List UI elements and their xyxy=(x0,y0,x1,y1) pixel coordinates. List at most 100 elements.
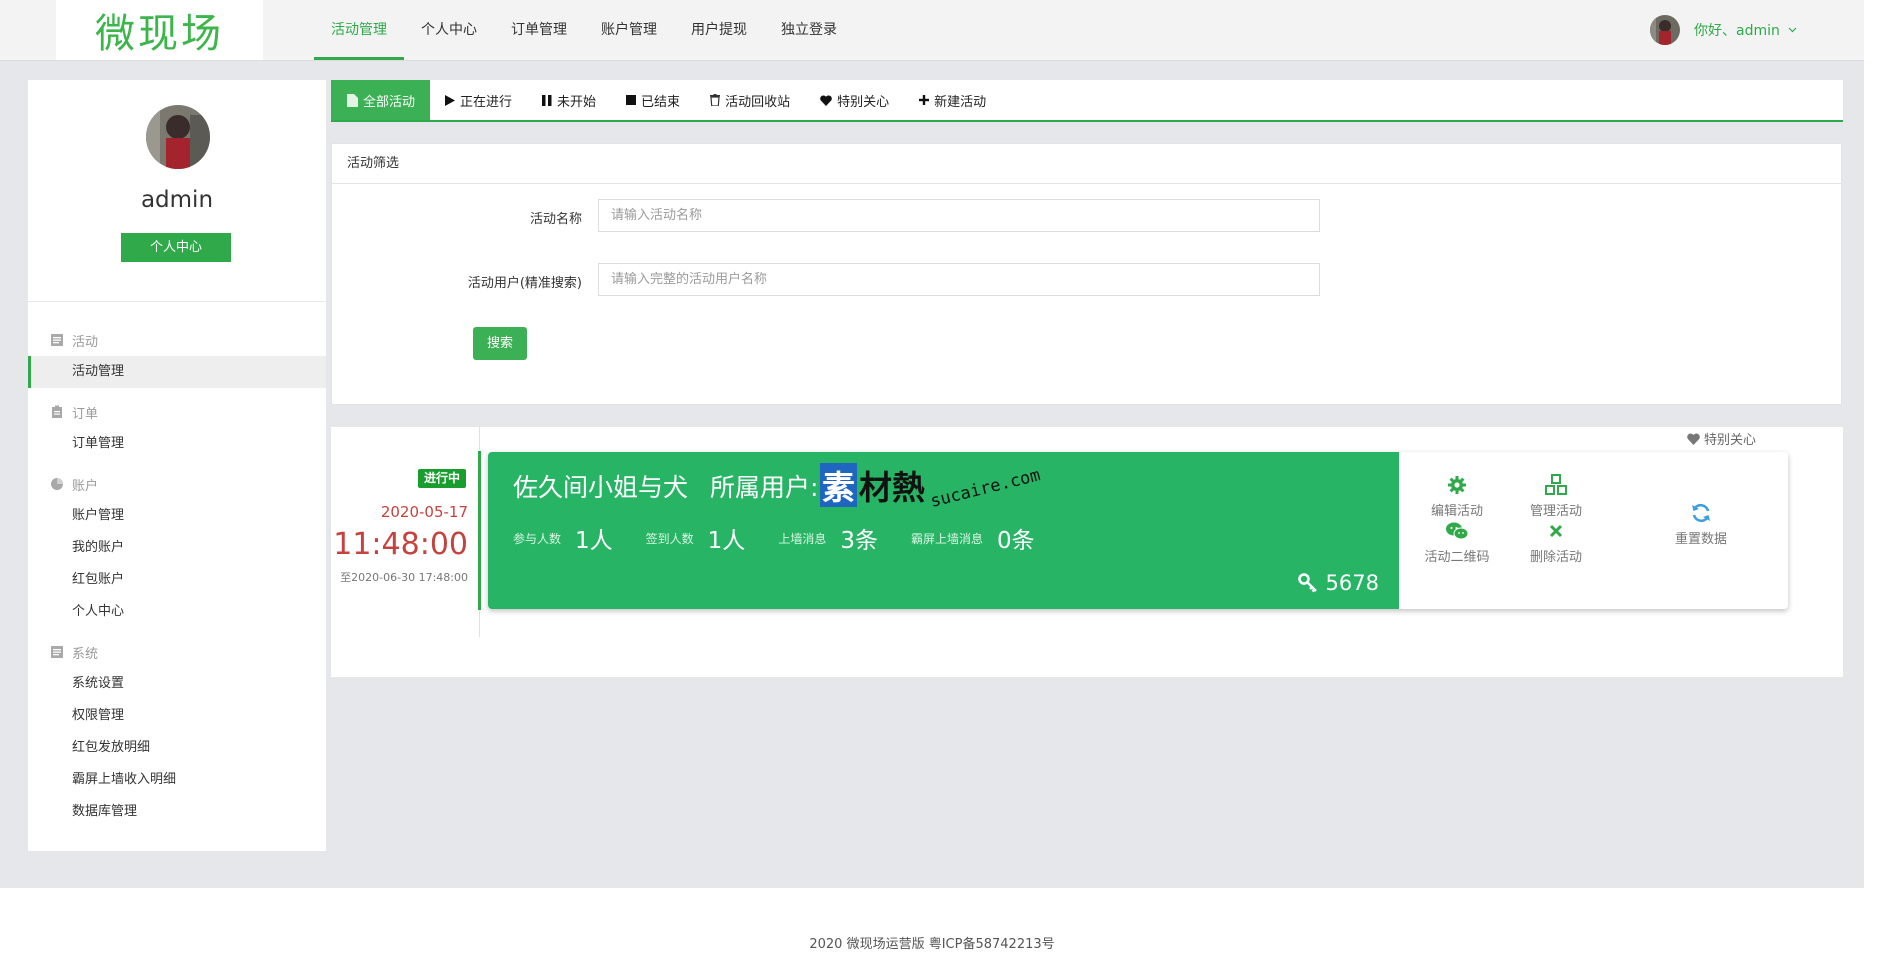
sidebar-item-order-management[interactable]: 订单管理 xyxy=(28,428,326,460)
activity-filter-panel: 活动筛选 活动名称 活动用户(精准搜索) 搜索 xyxy=(331,143,1842,405)
special-attention-toggle[interactable]: 特别关心 xyxy=(1687,429,1756,448)
activity-start-time: 11:48:00 xyxy=(333,527,468,562)
heart-icon xyxy=(1687,433,1700,445)
stat-value: 0条 xyxy=(996,528,1035,554)
activity-list: 特别关心 进行中 2020-05-17 11:48:00 至2020-06-30… xyxy=(331,427,1843,677)
nav-user-withdraw[interactable]: 用户提现 xyxy=(674,0,764,60)
activity-user-input[interactable] xyxy=(598,263,1320,296)
stat-value: 3条 xyxy=(840,528,878,554)
special-attention-label: 特别关心 xyxy=(1704,433,1757,448)
sidebar-item-my-account[interactable]: 我的账户 xyxy=(28,532,326,564)
window-edge xyxy=(1864,0,1882,976)
timeline-marker xyxy=(478,451,481,610)
nav-standalone-login[interactable]: 独立登录 xyxy=(764,0,854,60)
activity-name-input[interactable] xyxy=(598,199,1320,232)
nav-activity-management[interactable]: 活动管理 xyxy=(314,0,404,60)
stat-label: 参与人数 xyxy=(513,531,562,546)
heart-icon xyxy=(820,94,832,106)
sidebar-section-title: 订单 xyxy=(72,406,99,422)
sidebar: admin 个人中心 活动 活动管理 订单 订单管理 账户 账户管理 我的账户 … xyxy=(28,80,326,851)
activity-title-text: 佐久间小姐与犬 xyxy=(513,473,689,502)
reset-data-button[interactable]: 重置数据 xyxy=(1651,502,1751,547)
delete-activity-label: 删除活动 xyxy=(1529,550,1582,565)
sidebar-section-title: 账户 xyxy=(72,478,99,494)
personal-center-button[interactable]: 个人中心 xyxy=(121,233,231,262)
reset-data-area: 重置数据 xyxy=(1614,452,1788,609)
cubes-icon xyxy=(1506,474,1606,496)
nav-order-management[interactable]: 订单管理 xyxy=(494,0,584,60)
sidebar-item-activity-management[interactable]: 活动管理 xyxy=(28,356,326,388)
sidebar-section-system: 系统 xyxy=(50,642,98,662)
trash-icon xyxy=(710,94,721,106)
wechat-icon xyxy=(1407,520,1507,542)
footer: 2020 微现场运营版 粤ICP备58742213号 xyxy=(0,888,1864,976)
tab-special-attention[interactable]: 特别关心 xyxy=(805,80,904,120)
refresh-icon xyxy=(1651,502,1751,524)
clipboard-icon xyxy=(50,405,64,419)
svg-text:材熱: 材熱 xyxy=(859,468,925,507)
edit-activity-button[interactable]: 编辑活动 xyxy=(1407,474,1507,519)
file-icon xyxy=(347,93,358,107)
tab-in-progress[interactable]: 正在进行 xyxy=(430,80,527,120)
tab-not-started[interactable]: 未开始 xyxy=(527,80,611,120)
chevron-down-icon xyxy=(1788,27,1797,33)
activity-end-time: 至2020-06-30 17:48:00 xyxy=(340,571,468,584)
profile-avatar xyxy=(146,105,210,169)
sidebar-item-database-management[interactable]: 数据库管理 xyxy=(28,796,326,828)
logo-text: 微现场 xyxy=(95,11,224,57)
sidebar-item-permissions[interactable]: 权限管理 xyxy=(28,700,326,732)
activity-user-label: 活动用户(精准搜索) xyxy=(467,276,582,291)
document-icon xyxy=(50,333,64,347)
footer-copyright: 2020 微现场运营版 粤ICP备58742213号 xyxy=(809,937,1055,952)
tab-all-activities[interactable]: 全部活动 xyxy=(331,80,431,120)
app-logo[interactable]: 微现场 xyxy=(56,0,263,60)
tab-recycle-bin[interactable]: 活动回收站 xyxy=(695,80,805,120)
stat-label: 签到人数 xyxy=(645,531,694,546)
filter-title: 活动筛选 xyxy=(332,144,1841,184)
key-icon xyxy=(1297,573,1318,593)
tab-label: 新建活动 xyxy=(934,94,987,110)
svg-text:素: 素 xyxy=(822,468,855,507)
user-avatar xyxy=(1650,15,1680,45)
sidebar-item-system-settings[interactable]: 系统设置 xyxy=(28,668,326,700)
tab-label: 未开始 xyxy=(557,94,597,110)
tab-label: 特别关心 xyxy=(837,94,890,110)
pause-icon xyxy=(542,94,552,106)
svg-text:sucaire.com: sucaire.com xyxy=(928,465,1042,512)
search-button[interactable]: 搜索 xyxy=(473,327,527,360)
activity-owner-label: 所属用户: xyxy=(709,473,819,502)
sidebar-item-personal-center[interactable]: 个人中心 xyxy=(28,596,326,628)
delete-activity-button[interactable]: 删除活动 xyxy=(1506,520,1606,565)
stop-icon xyxy=(626,95,637,105)
sidebar-section-activity: 活动 xyxy=(50,330,98,350)
close-icon xyxy=(1506,520,1606,542)
tab-ended[interactable]: 已结束 xyxy=(611,80,695,120)
activity-actions: 编辑活动 管理活动 活动二维码 删除活动 xyxy=(1399,452,1615,609)
edit-activity-label: 编辑活动 xyxy=(1430,504,1483,519)
activity-stats: 参与人数 1人 签到人数 1人 上墙消息 3条 霸屏上墙消息 0条 xyxy=(513,521,1068,555)
gear-icon xyxy=(1407,474,1507,496)
profile-name: admin xyxy=(140,187,214,213)
sidebar-item-red-packet-details[interactable]: 红包发放明细 xyxy=(28,732,326,764)
nav-account-management[interactable]: 账户管理 xyxy=(584,0,674,60)
activity-qrcode-button[interactable]: 活动二维码 xyxy=(1407,520,1507,565)
stat-value: 1人 xyxy=(707,528,746,554)
manage-activity-button[interactable]: 管理活动 xyxy=(1506,474,1606,519)
sidebar-item-account-management[interactable]: 账户管理 xyxy=(28,500,326,532)
reset-data-label: 重置数据 xyxy=(1674,532,1727,547)
sidebar-section-order: 订单 xyxy=(50,402,98,422)
nav-personal-center[interactable]: 个人中心 xyxy=(404,0,494,60)
tab-label: 全部活动 xyxy=(363,94,416,110)
tab-new-activity[interactable]: 新建活动 xyxy=(904,80,1001,120)
stat-value: 1人 xyxy=(575,528,613,554)
sidebar-item-screen-income-details[interactable]: 霸屏上墙收入明细 xyxy=(28,764,326,796)
top-header xyxy=(0,0,1864,61)
status-badge: 进行中 xyxy=(418,469,467,488)
sidebar-item-red-packet-account[interactable]: 红包账户 xyxy=(28,564,326,596)
user-menu[interactable]: 你好、admin xyxy=(1650,14,1797,46)
play-icon xyxy=(445,94,456,106)
document-icon xyxy=(50,645,64,659)
watermark-logo: 素 材熱 sucaire.com xyxy=(820,455,1070,515)
activity-title: 佐久间小姐与犬 所属用户: xyxy=(513,468,818,504)
top-navigation: 活动管理 个人中心 订单管理 账户管理 用户提现 独立登录 xyxy=(314,0,854,60)
